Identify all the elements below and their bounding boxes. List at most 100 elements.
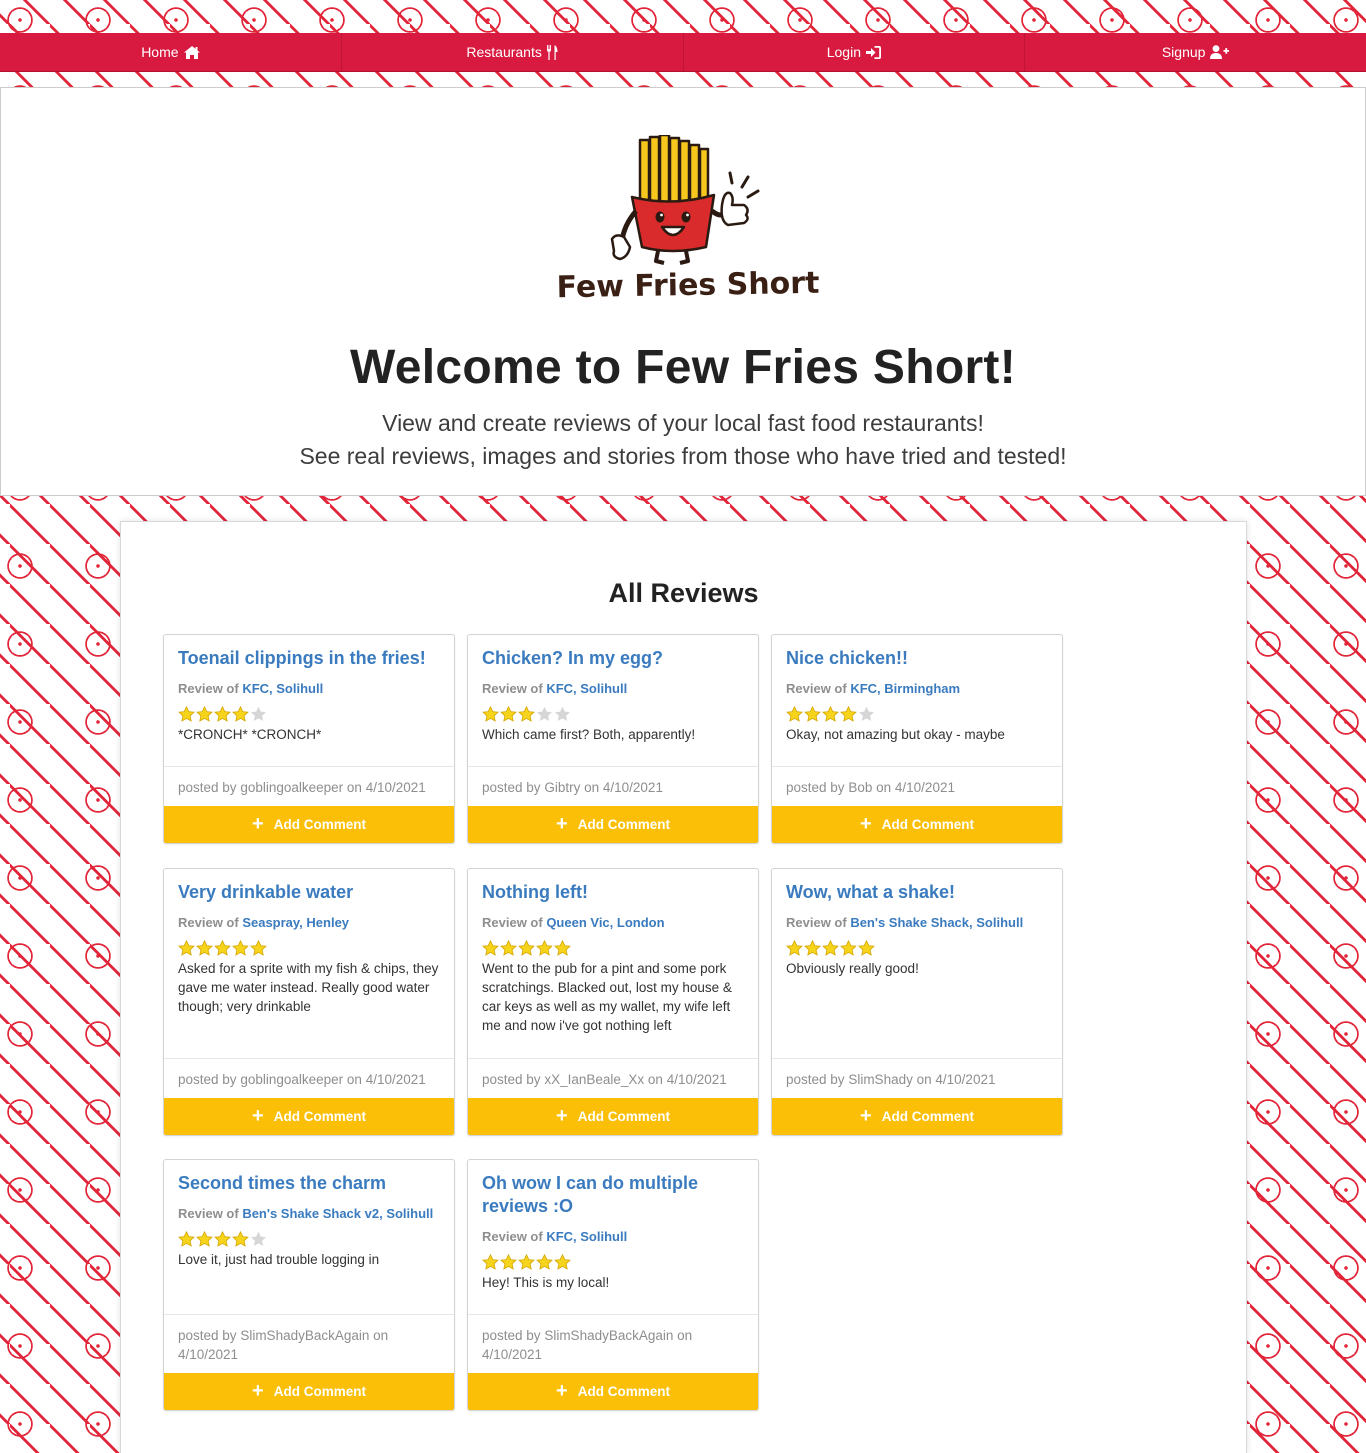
review-of-line: Review of KFC, Solihull [482,681,748,696]
restaurant-link[interactable]: KFC, Solihull [546,681,627,696]
review-text: *CRONCH* *CRONCH* [178,727,322,742]
review-text: Asked for a sprite with my fish & chips,… [178,961,439,1014]
posted-by-line: posted by goblingoalkeeper on 4/10/2021 [178,778,442,797]
review-of-line: Review of KFC, Solihull [482,1229,748,1244]
plus-icon: + [860,1104,872,1127]
review-title[interactable]: Oh wow I can do multiple reviews :O [482,1172,746,1218]
star-filled-icon [214,1231,231,1247]
star-filled-icon [482,706,499,722]
add-comment-button[interactable]: + Add Comment [772,806,1062,843]
review-title[interactable]: Wow, what a shake! [786,881,1050,904]
card-divider [468,766,758,767]
logo-text: Few Fries Short [556,266,819,303]
review-title[interactable]: Nice chicken!! [786,647,1050,670]
posted-by-line: posted by SlimShadyBackAgain on 4/10/202… [482,1326,746,1364]
restaurant-link[interactable]: Ben's Shake Shack, Solihull [850,915,1023,930]
add-comment-button[interactable]: + Add Comment [468,806,758,843]
star-empty-icon [555,706,570,721]
posted-by-prefix: posted by [482,1072,541,1087]
restaurant-link[interactable]: Seaspray, Henley [242,915,349,930]
posted-by-prefix: posted by [786,780,845,795]
review-title[interactable]: Toenail clippings in the fries! [178,647,442,670]
review-text: Which came first? Both, apparently! [482,727,696,742]
review-author: SlimShadyBackAgain [544,1328,674,1343]
nav-signup[interactable]: Signup [1025,33,1366,71]
star-rating [178,706,267,722]
review-title[interactable]: Nothing left! [482,881,746,904]
star-filled-icon [196,706,213,722]
restaurant-link[interactable]: KFC, Solihull [242,681,323,696]
nav-login-label: Login [826,44,861,60]
add-comment-button[interactable]: + Add Comment [468,1373,758,1410]
review-card: Wow, what a shake! Review of Ben's Shake… [771,868,1063,1136]
review-title[interactable]: Chicken? In my egg? [482,647,746,670]
card-divider [468,1058,758,1059]
star-filled-icon [500,1254,517,1270]
add-comment-button[interactable]: + Add Comment [164,1098,454,1135]
review-title[interactable]: Very drinkable water [178,881,442,904]
restaurant-link[interactable]: KFC, Birmingham [850,681,960,696]
star-filled-icon [518,706,535,722]
review-date: 4/10/2021 [365,1072,426,1087]
section-title: All Reviews [608,578,759,608]
posted-on-word: on [876,780,892,795]
add-comment-label: Add Comment [881,817,974,832]
star-rating [178,1231,267,1247]
review-of-line: Review of KFC, Solihull [178,681,444,696]
star-filled-icon [178,940,195,956]
add-comment-button[interactable]: + Add Comment [468,1098,758,1135]
utensils-icon [546,44,558,60]
review-of-prefix: Review of [482,915,543,930]
restaurant-link[interactable]: Ben's Shake Shack v2, Solihull [242,1206,433,1221]
plus-icon: + [252,812,264,835]
review-text: Went to the pub for a pint and some pork… [482,961,732,1033]
review-of-line: Review of KFC, Birmingham [786,681,1052,696]
posted-on-word: on [916,1072,932,1087]
star-filled-icon [804,706,821,722]
add-comment-button[interactable]: + Add Comment [772,1098,1062,1135]
star-filled-icon [858,940,875,956]
posted-by-line: posted by SlimShady on 4/10/2021 [786,1070,1050,1089]
star-rating [482,706,571,722]
plus-icon: + [556,1104,568,1127]
review-author: goblingoalkeeper [240,1072,344,1087]
star-rating [482,940,571,956]
star-filled-icon [786,706,803,722]
add-comment-button[interactable]: + Add Comment [164,1373,454,1410]
nav-home[interactable]: Home [0,33,342,71]
restaurant-link[interactable]: Queen Vic, London [546,915,664,930]
posted-on-word: on [647,1072,663,1087]
star-filled-icon [840,706,857,722]
star-filled-icon [232,940,249,956]
review-author: xX_IanBeale_Xx [544,1072,645,1087]
star-filled-icon [786,940,803,956]
review-title[interactable]: Second times the charm [178,1172,442,1195]
review-date: 4/10/2021 [178,1347,239,1362]
posted-by-line: posted by Bob on 4/10/2021 [786,778,1050,797]
nav-restaurants[interactable]: Restaurants [342,33,684,71]
hero-subtitle-line-2: See real reviews, images and stories fro… [299,443,1067,469]
add-comment-button[interactable]: + Add Comment [164,806,454,843]
posted-by-prefix: posted by [482,1328,541,1343]
review-author: SlimShadyBackAgain [240,1328,370,1343]
review-card: Nothing left! Review of Queen Vic, Londo… [467,868,759,1136]
star-empty-icon [859,706,874,721]
card-divider [164,1058,454,1059]
star-filled-icon [536,940,553,956]
review-author: Bob [848,780,873,795]
review-text: Obviously really good! [786,961,919,976]
star-filled-icon [196,1231,213,1247]
card-divider [772,766,1062,767]
review-of-prefix: Review of [482,681,543,696]
review-author: SlimShady [848,1072,913,1087]
posted-on-word: on [584,780,600,795]
star-rating [482,1254,571,1270]
restaurant-link[interactable]: KFC, Solihull [546,1229,627,1244]
review-text: Hey! This is my local! [482,1275,610,1290]
posted-by-line: posted by xX_IanBeale_Xx on 4/10/2021 [482,1070,746,1089]
review-card: Oh wow I can do multiple reviews :O Revi… [467,1159,759,1411]
nav-login[interactable]: Login [684,33,1026,71]
plus-icon: + [252,1104,264,1127]
nav-home-label: Home [141,44,179,60]
review-card: Second times the charm Review of Ben's S… [163,1159,455,1411]
